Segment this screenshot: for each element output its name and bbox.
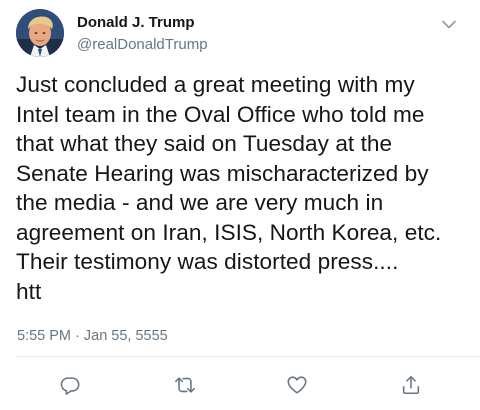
tweet-timestamp[interactable]: 5:55 PM · Jan 55, 5555 [17, 327, 168, 345]
retweet-icon [175, 377, 195, 393]
reply-button[interactable] [55, 370, 85, 400]
like-button[interactable] [282, 370, 312, 400]
display-name[interactable]: Donald J. Trump [77, 14, 195, 32]
user-handle[interactable]: @realDonaldTrump [77, 36, 208, 54]
profile-photo-icon [16, 9, 64, 57]
heart-icon [287, 376, 307, 394]
share-button[interactable] [396, 370, 426, 400]
retweet-button[interactable] [170, 370, 200, 400]
avatar[interactable] [16, 9, 64, 57]
tweet-actions [0, 370, 480, 400]
divider [16, 356, 480, 357]
share-icon [402, 375, 420, 395]
tweet-text: Just concluded a great meeting with my I… [16, 72, 442, 304]
tweet-menu-button[interactable] [438, 14, 460, 34]
reply-icon [60, 377, 80, 395]
chevron-down-icon [442, 20, 456, 28]
tweet-card: Donald J. Trump @realDonaldTrump Just co… [0, 0, 480, 410]
